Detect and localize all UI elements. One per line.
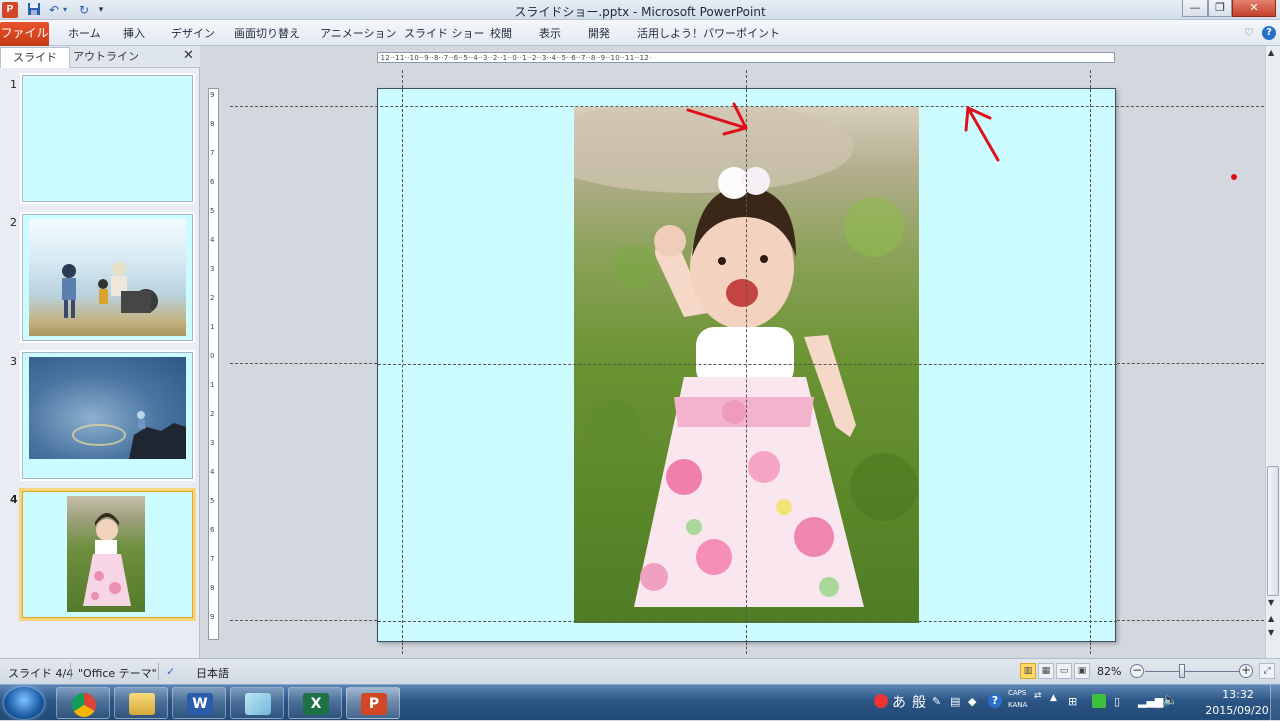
word-icon: W [187, 693, 213, 715]
fit-to-window-icon[interactable]: ⤢ [1259, 663, 1275, 679]
scrollbar-thumb[interactable] [1267, 466, 1279, 596]
zoom-slider[interactable] [1145, 671, 1240, 672]
normal-view-icon[interactable]: ▥ [1020, 663, 1036, 679]
caps-indicator: CAPS [1008, 689, 1027, 697]
ime-toolbar-icon[interactable] [874, 694, 888, 708]
annotation-arrow-right [686, 102, 748, 136]
scroll-up-icon[interactable]: ▲ [1268, 48, 1274, 57]
slide-indicator: スライド 4/4 [8, 667, 74, 680]
annotation-dot [1231, 174, 1237, 180]
clock-time[interactable]: 13:32 [1208, 688, 1268, 701]
taskbar: W X P あ 般 ✎ ▤ ◆ ? CAPS KANA ⇄ ▲ ⊞ ▯ ▂▄▆ … [0, 684, 1280, 721]
device-icon[interactable]: ▯ [1114, 695, 1120, 708]
line-app-icon[interactable] [1092, 694, 1106, 708]
powerpoint-icon: P [361, 693, 387, 715]
notepad-taskbar-button[interactable] [230, 687, 284, 719]
excel-icon: X [303, 693, 329, 715]
notepad-icon [245, 693, 271, 715]
annotation-arrow-up [964, 106, 1000, 162]
windows-flag-icon[interactable]: ⊞ [1068, 695, 1077, 708]
ime-properties-icon[interactable]: ◆ [968, 695, 976, 708]
excel-taskbar-button[interactable]: X [288, 687, 342, 719]
zoom-in-button[interactable]: + [1239, 664, 1253, 678]
explorer-taskbar-button[interactable] [114, 687, 168, 719]
chrome-taskbar-button[interactable] [56, 687, 110, 719]
vertical-scrollbar[interactable]: ▲ ▼ ▲ ▼ [1265, 46, 1280, 658]
zoom-slider-thumb[interactable] [1179, 664, 1185, 678]
annotation-overlay [686, 102, 1237, 180]
previous-slide-icon[interactable]: ▲ [1268, 614, 1274, 623]
ime-tool-icon[interactable]: ✎ [932, 695, 941, 708]
ime-conversion-mode[interactable]: 般 [912, 692, 926, 712]
word-taskbar-button[interactable]: W [172, 687, 226, 719]
reading-view-icon[interactable]: ▭ [1056, 663, 1072, 679]
scroll-down-icon[interactable]: ▼ [1268, 598, 1274, 607]
show-desktop-button[interactable] [1270, 685, 1280, 721]
status-bar: スライド 4/4 "Office テーマ" ✓ 日本語 ▥ ▦ ▭ ▣ 82% … [0, 658, 1280, 684]
show-hidden-icons-icon[interactable]: ▲ [1050, 693, 1057, 703]
slide-sorter-icon[interactable]: ▦ [1038, 663, 1054, 679]
zoom-level[interactable]: 82% [1097, 665, 1121, 678]
ime-options-icon[interactable]: ⇄ [1034, 691, 1042, 701]
start-button[interactable] [4, 687, 44, 719]
ime-dictionary-icon[interactable]: ▤ [950, 695, 960, 708]
kana-indicator: KANA [1008, 701, 1028, 709]
proofing-icon[interactable]: ✓ [166, 665, 175, 678]
language-indicator[interactable]: 日本語 [196, 665, 229, 681]
folder-icon [129, 693, 155, 715]
theme-name[interactable]: "Office テーマ" [78, 665, 157, 681]
divider [70, 663, 71, 680]
clock-date[interactable]: 2015/09/20 [1198, 704, 1276, 717]
ime-help-icon[interactable]: ? [988, 694, 1002, 708]
next-slide-icon[interactable]: ▼ [1268, 628, 1274, 637]
network-icon[interactable]: ▂▄▆ [1138, 695, 1163, 708]
slideshow-view-icon[interactable]: ▣ [1074, 663, 1090, 679]
chrome-icon [72, 693, 96, 717]
divider [158, 663, 159, 680]
ime-mode[interactable]: あ [892, 692, 906, 712]
zoom-out-button[interactable]: − [1130, 664, 1144, 678]
powerpoint-taskbar-button[interactable]: P [346, 687, 400, 719]
volume-icon[interactable]: 🔈 [1162, 693, 1178, 708]
